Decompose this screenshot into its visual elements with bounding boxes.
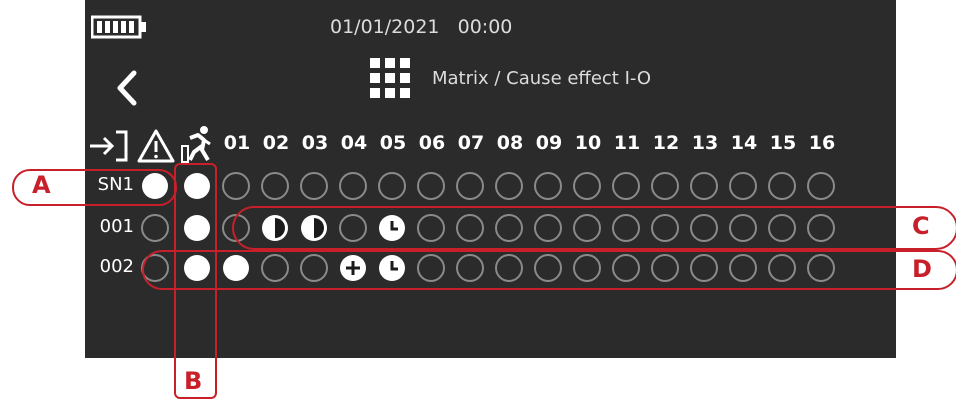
column-header: 06 xyxy=(418,132,446,154)
datetime-display: 01/01/2021 00:00 xyxy=(330,16,513,38)
callout-c-label: C xyxy=(912,212,930,240)
row-label: 002 xyxy=(99,256,134,277)
back-button[interactable] xyxy=(112,68,142,112)
matrix-cell[interactable] xyxy=(495,172,523,200)
matrix-cell[interactable] xyxy=(222,172,250,200)
matrix-cell[interactable] xyxy=(651,172,679,200)
input-arrow-icon xyxy=(88,128,130,168)
column-header: 02 xyxy=(262,132,290,154)
warning-triangle-icon xyxy=(137,128,175,168)
callout-c-box xyxy=(232,206,956,250)
matrix-cell[interactable] xyxy=(690,172,718,200)
matrix-cell[interactable] xyxy=(807,172,835,200)
matrix-cell[interactable] xyxy=(534,172,562,200)
callout-d-box xyxy=(142,250,956,290)
matrix-cell[interactable] xyxy=(456,172,484,200)
battery-full-icon xyxy=(90,15,147,43)
column-header: 14 xyxy=(730,132,758,154)
callout-a-label: A xyxy=(32,171,51,199)
chevron-left-icon xyxy=(117,70,137,106)
matrix-cell[interactable] xyxy=(339,172,367,200)
column-header: 08 xyxy=(496,132,524,154)
column-header: 03 xyxy=(301,132,329,154)
page-title: Matrix / Cause effect I-O xyxy=(432,68,652,89)
column-header: 05 xyxy=(379,132,407,154)
column-header: 12 xyxy=(652,132,680,154)
column-header: 16 xyxy=(808,132,836,154)
column-header: 10 xyxy=(574,132,602,154)
matrix-cell[interactable] xyxy=(729,172,757,200)
matrix-cell[interactable] xyxy=(417,172,445,200)
running-person-icon xyxy=(180,124,216,168)
matrix-cell[interactable] xyxy=(300,172,328,200)
column-header: 13 xyxy=(691,132,719,154)
matrix-cell[interactable] xyxy=(261,172,289,200)
column-header: 15 xyxy=(769,132,797,154)
fault-cell[interactable] xyxy=(141,214,169,242)
column-header: 07 xyxy=(457,132,485,154)
matrix-cell[interactable] xyxy=(378,172,406,200)
callout-d-label: D xyxy=(912,255,932,283)
matrix-cell[interactable] xyxy=(573,172,601,200)
matrix-cell[interactable] xyxy=(768,172,796,200)
matrix-cell[interactable] xyxy=(612,172,640,200)
grid-icon xyxy=(368,56,412,104)
column-header: 09 xyxy=(535,132,563,154)
column-header: 11 xyxy=(613,132,641,154)
column-header: 01 xyxy=(223,132,251,154)
row-label: 001 xyxy=(99,216,134,237)
callout-b-label: B xyxy=(184,367,203,395)
column-header: 04 xyxy=(340,132,368,154)
